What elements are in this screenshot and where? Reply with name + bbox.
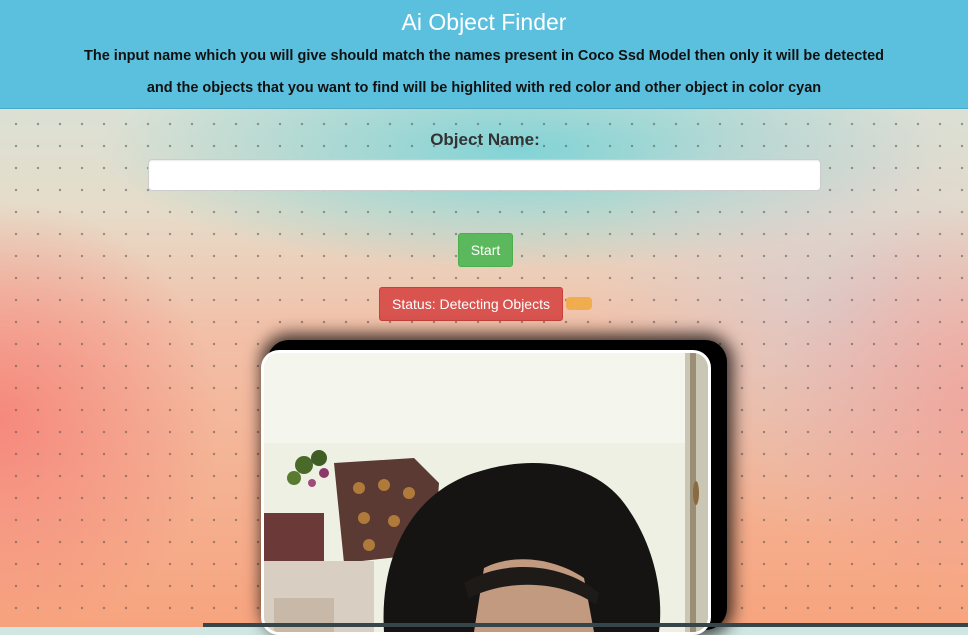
webcam-scene xyxy=(264,353,708,632)
object-name-input[interactable] xyxy=(148,159,821,191)
start-button[interactable]: Start xyxy=(458,233,513,267)
object-name-label: Object Name: xyxy=(430,130,540,149)
bottom-scrollbar xyxy=(203,623,968,627)
status-badge: Status: Detecting Objects xyxy=(379,287,563,321)
webcam-video xyxy=(261,350,711,635)
status-indicator xyxy=(566,297,592,310)
